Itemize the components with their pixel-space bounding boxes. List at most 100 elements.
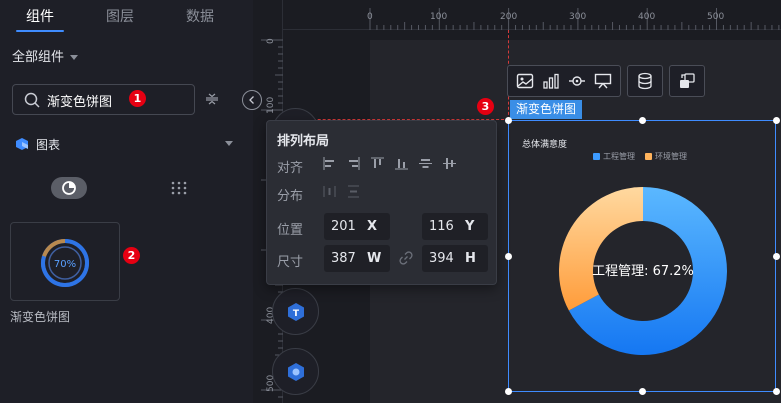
resize-handle-s[interactable] bbox=[639, 388, 646, 395]
pie-filter-toggle[interactable] bbox=[51, 177, 87, 199]
tab-components[interactable]: 组件 bbox=[0, 0, 80, 34]
interaction-icon bbox=[680, 73, 695, 88]
distribute-vertical-icon[interactable] bbox=[347, 185, 360, 198]
toolbar-group-data bbox=[627, 65, 663, 97]
ruler-top-label: 200 bbox=[500, 12, 517, 22]
distribute-horizontal-icon[interactable] bbox=[323, 185, 336, 198]
quick-text-button[interactable]: T bbox=[272, 288, 319, 335]
tab-data[interactable]: 数据 bbox=[160, 0, 240, 34]
toolbar-group-interact bbox=[669, 65, 705, 97]
svg-text:T: T bbox=[293, 309, 300, 319]
toolbar-group-main bbox=[507, 65, 621, 97]
position-y-field[interactable]: 116 Y bbox=[422, 213, 488, 240]
image-icon bbox=[516, 73, 534, 89]
display-button[interactable] bbox=[590, 68, 616, 94]
ruler-horizontal: 0 100 200 300 400 500 bbox=[253, 0, 781, 30]
step-badge-3: 3 bbox=[477, 98, 494, 115]
align-center-icon[interactable] bbox=[443, 157, 456, 170]
align-right-icon[interactable] bbox=[347, 157, 360, 170]
ruler-top-label: 100 bbox=[430, 12, 447, 22]
align-top-icon[interactable] bbox=[371, 157, 384, 170]
chart-legend: 工程管理 环境管理 bbox=[593, 151, 687, 162]
ruler-left-label: 100 bbox=[266, 97, 276, 114]
position-x-value: 201 bbox=[331, 219, 356, 234]
search-box[interactable] bbox=[12, 84, 195, 115]
widget-toolbar bbox=[507, 65, 705, 97]
legend-item[interactable]: 工程管理 bbox=[593, 151, 635, 162]
chevron-left-icon bbox=[249, 96, 254, 104]
component-card-label: 渐变色饼图 bbox=[10, 310, 71, 324]
ruler-top-label: 0 bbox=[367, 12, 373, 22]
gradient-pie-thumbnail: 70% bbox=[41, 239, 90, 287]
quick-media-button[interactable] bbox=[272, 348, 319, 395]
layout-popup: 排列布局 对齐 分布 位置 201 X 116 Y 尺寸 387 W 394 H bbox=[266, 120, 497, 285]
caret-down-icon bbox=[70, 55, 79, 60]
resize-handle-n[interactable] bbox=[639, 117, 646, 124]
media-tool-icon bbox=[288, 363, 304, 381]
align-middle-icon[interactable] bbox=[419, 157, 432, 170]
category-charts[interactable]: 图表 bbox=[14, 135, 239, 153]
step-badge-2: 2 bbox=[123, 247, 140, 264]
resize-handle-se[interactable] bbox=[773, 388, 780, 395]
caret-down-icon bbox=[225, 141, 233, 146]
align-bottom-icon[interactable] bbox=[395, 157, 408, 170]
thumbnail-percent: 70% bbox=[54, 259, 76, 270]
distribute-label: 分布 bbox=[277, 189, 304, 204]
size-height-field[interactable]: 394 H bbox=[422, 245, 488, 272]
collapse-panel-button[interactable] bbox=[242, 90, 262, 110]
all-components-dropdown[interactable]: 全部组件 bbox=[12, 46, 79, 65]
search-input[interactable] bbox=[47, 90, 127, 110]
align-label: 对齐 bbox=[277, 161, 304, 176]
data-source-button[interactable] bbox=[632, 68, 658, 94]
resize-handle-nw[interactable] bbox=[505, 117, 512, 124]
tab-layers[interactable]: 图层 bbox=[80, 0, 160, 34]
donut-chart: 工程管理: 67.2% bbox=[559, 187, 727, 355]
position-y-value: 116 bbox=[429, 219, 454, 234]
link-icon[interactable] bbox=[398, 250, 414, 266]
size-width-value: 387 bbox=[331, 251, 356, 266]
text-tool-icon: T bbox=[288, 303, 304, 321]
interaction-button[interactable] bbox=[674, 68, 700, 94]
position-x-field[interactable]: 201 X bbox=[324, 213, 390, 240]
gradient-pie-card[interactable]: 70% bbox=[10, 222, 120, 301]
popup-title: 排列布局 bbox=[277, 134, 330, 149]
position-y-unit: Y bbox=[465, 219, 475, 234]
resize-handle-sw[interactable] bbox=[505, 388, 512, 395]
legend-swatch bbox=[645, 153, 652, 160]
resize-handle-ne[interactable] bbox=[773, 117, 780, 124]
preview-button[interactable] bbox=[564, 68, 590, 94]
size-height-unit: H bbox=[465, 251, 476, 266]
database-icon bbox=[638, 72, 652, 90]
ruler-top-ticks: 0 100 200 300 400 500 bbox=[367, 8, 780, 30]
position-label: 位置 bbox=[277, 223, 304, 238]
legend-label: 环境管理 bbox=[655, 152, 687, 161]
donut-center-label: 工程管理: 67.2% bbox=[592, 264, 694, 279]
eye-icon bbox=[569, 76, 585, 86]
chart-title: 总体满意度 bbox=[522, 140, 568, 150]
resize-handle-e[interactable] bbox=[773, 253, 780, 260]
collapse-vertical-icon[interactable] bbox=[203, 90, 221, 108]
position-x-unit: X bbox=[367, 219, 378, 234]
step-badge-1: 1 bbox=[129, 90, 146, 107]
widget-name-tag: 渐变色饼图 bbox=[510, 100, 583, 119]
size-height-value: 394 bbox=[429, 251, 454, 266]
size-label: 尺寸 bbox=[277, 255, 304, 270]
legend-label: 工程管理 bbox=[603, 152, 635, 161]
monitor-icon bbox=[594, 73, 612, 89]
ruler-top-label: 300 bbox=[569, 12, 586, 22]
grid-filter-icon[interactable] bbox=[170, 180, 188, 196]
resize-handle-w[interactable] bbox=[505, 253, 512, 260]
distribute-toolbar bbox=[323, 185, 360, 198]
gradient-pie-widget[interactable]: 总体满意度 工程管理 环境管理 工程管理: 67.2% bbox=[508, 120, 776, 392]
bar-chart-icon bbox=[543, 73, 559, 89]
component-panel: 组件 图层 数据 全部组件 1 图表 bbox=[0, 0, 253, 403]
align-left-icon[interactable] bbox=[323, 157, 336, 170]
legend-item[interactable]: 环境管理 bbox=[645, 151, 687, 162]
legend-swatch bbox=[593, 153, 600, 160]
donut-slice-environment[interactable] bbox=[559, 187, 643, 311]
align-toolbar bbox=[323, 157, 456, 170]
size-width-field[interactable]: 387 W bbox=[324, 245, 390, 272]
bar-chart-button[interactable] bbox=[538, 68, 564, 94]
image-button[interactable] bbox=[512, 68, 538, 94]
category-label: 图表 bbox=[36, 138, 61, 152]
